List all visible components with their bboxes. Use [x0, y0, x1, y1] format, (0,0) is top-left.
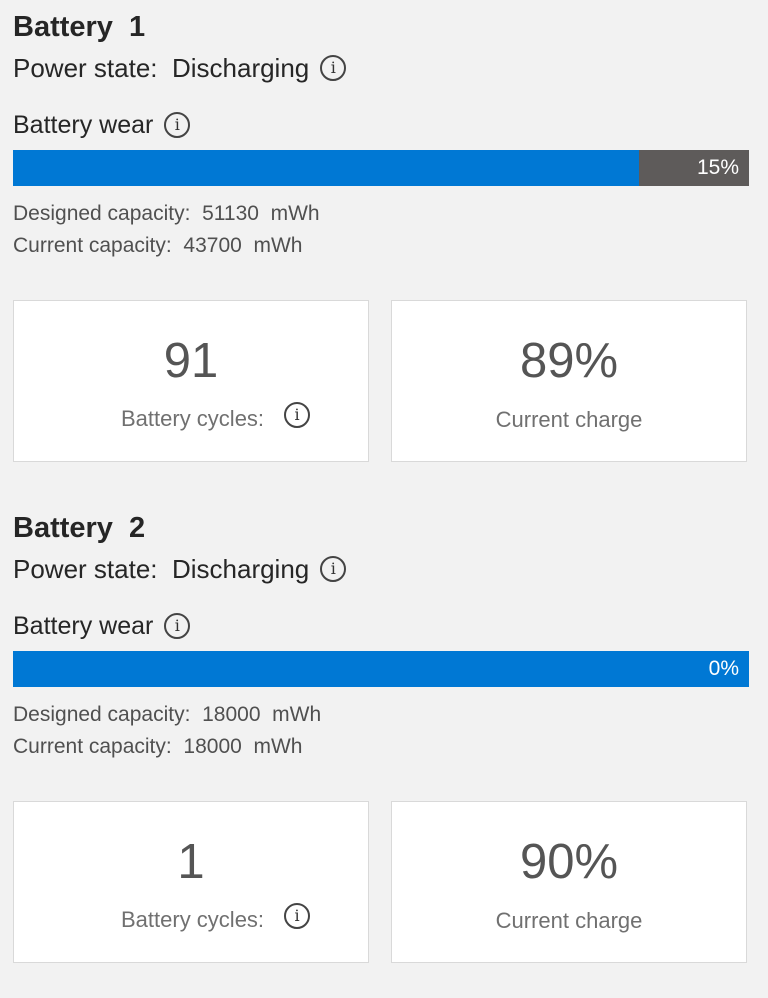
- designed-capacity-value: 51130 mWh: [202, 202, 320, 225]
- current-charge-label: Current charge: [495, 407, 643, 432]
- battery-cycles-card: 91 Battery cycles: i: [13, 300, 369, 462]
- designed-capacity-label: Designed capacity:: [13, 202, 191, 225]
- power-state-row: Power state: Discharging i: [13, 50, 347, 86]
- info-icon[interactable]: i: [320, 556, 347, 582]
- battery-cycles-card: 1 Battery cycles: i: [13, 801, 369, 963]
- battery-wear-row: Battery wear i: [13, 107, 191, 143]
- battery-title: Battery 1: [13, 11, 146, 43]
- battery-wear-row: Battery wear i: [13, 608, 191, 644]
- battery-wear-bar: 0%: [13, 651, 749, 687]
- info-icon[interactable]: i: [320, 55, 347, 81]
- current-capacity-label: Current capacity:: [13, 735, 172, 758]
- power-state-value: Discharging: [171, 553, 310, 584]
- battery-wear-percent: 15%: [696, 156, 739, 179]
- battery-wear-label: Battery wear: [13, 611, 154, 640]
- designed-capacity: Designed capacity: 51130 mWh: [13, 200, 320, 228]
- battery-wear-percent: 0%: [708, 657, 739, 680]
- battery-title: Battery 2: [13, 512, 146, 544]
- current-capacity: Current capacity: 18000 mWh: [13, 733, 302, 761]
- current-charge-card: 89% Current charge: [391, 300, 747, 462]
- battery-wear-bar: 15%: [13, 150, 749, 186]
- current-charge-value: 90%: [519, 835, 619, 889]
- designed-capacity-value: 18000 mWh: [202, 703, 322, 726]
- power-state-row: Power state: Discharging i: [13, 551, 347, 587]
- battery-wear-fill: [13, 651, 749, 687]
- designed-capacity: Designed capacity: 18000 mWh: [13, 701, 321, 729]
- battery-wear-fill: [13, 150, 639, 186]
- battery-cycles-label: Battery cycles:: [121, 406, 265, 431]
- current-capacity: Current capacity: 43700 mWh: [13, 232, 302, 260]
- current-capacity-value: 18000 mWh: [183, 735, 303, 758]
- designed-capacity-label: Designed capacity:: [13, 703, 191, 726]
- power-state-label: Power state:: [13, 52, 158, 83]
- current-capacity-label: Current capacity:: [13, 234, 172, 257]
- battery-cycles-caption: Battery cycles: i: [121, 401, 311, 437]
- power-state-label: Power state:: [13, 553, 158, 584]
- info-icon[interactable]: i: [284, 402, 311, 428]
- info-icon[interactable]: i: [284, 903, 311, 929]
- battery-cycles-caption: Battery cycles: i: [121, 902, 311, 938]
- battery-cycles-value: 91: [163, 334, 219, 388]
- battery-cycles-label: Battery cycles:: [121, 907, 265, 932]
- battery-cycles-value: 1: [177, 835, 205, 889]
- info-icon[interactable]: i: [164, 613, 191, 639]
- power-state-value: Discharging: [171, 52, 310, 83]
- current-charge-value: 89%: [519, 334, 619, 388]
- current-charge-label: Current charge: [495, 908, 643, 933]
- info-icon[interactable]: i: [164, 112, 191, 138]
- battery-wear-label: Battery wear: [13, 110, 154, 139]
- current-charge-card: 90% Current charge: [391, 801, 747, 963]
- current-capacity-value: 43700 mWh: [183, 234, 303, 257]
